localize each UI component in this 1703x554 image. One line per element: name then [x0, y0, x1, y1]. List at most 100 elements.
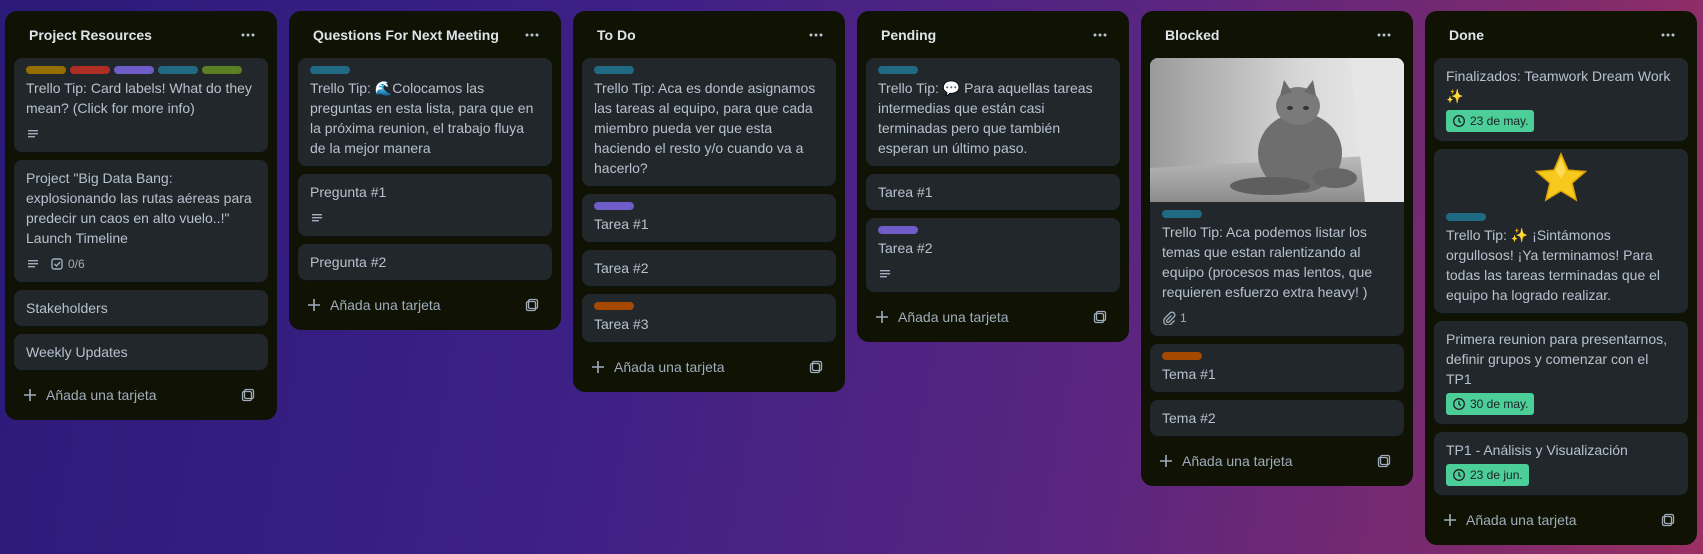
card[interactable]: Tema #1 [1150, 344, 1404, 392]
more-options-icon[interactable] [800, 19, 832, 51]
list-project-resources: Project Resources Trello Tip: Card label… [5, 11, 277, 420]
list-header[interactable]: Done [1434, 11, 1688, 58]
card-title: Tarea #1 [878, 184, 933, 200]
add-card-button[interactable]: Añada una tarjeta [590, 359, 725, 375]
more-options-icon[interactable] [516, 19, 548, 51]
card[interactable]: Weekly Updates [14, 334, 268, 370]
template-icon[interactable] [236, 383, 260, 407]
template-icon[interactable] [1372, 449, 1396, 473]
board: Project Resources Trello Tip: Card label… [0, 0, 1703, 554]
label-teal [594, 66, 634, 74]
plus-icon [308, 299, 320, 311]
list-header[interactable]: Pending [866, 11, 1120, 58]
card[interactable]: Trello Tip: 💬 Para aquellas tareas inter… [866, 58, 1120, 166]
label-orange [594, 302, 634, 310]
card[interactable]: Trello Tip: ✨ ¡Sintámonos orgullosos! ¡Y… [1434, 149, 1688, 313]
label-teal [310, 66, 350, 74]
label-teal [878, 66, 918, 74]
card[interactable]: Tarea #1 [866, 174, 1120, 210]
description-icon [878, 267, 892, 281]
card-labels [26, 66, 256, 74]
list-title[interactable]: Pending [881, 27, 936, 43]
add-card-button[interactable]: Añada una tarjeta [22, 387, 157, 403]
card[interactable]: Finalizados: Teamwork Dream Work ✨ 23 de… [1434, 58, 1688, 141]
add-card-button[interactable]: Añada una tarjeta [1158, 453, 1293, 469]
description-icon [26, 257, 40, 271]
card-title: Tema #2 [1162, 410, 1216, 426]
card-title: Stakeholders [26, 300, 108, 316]
card-title: Tarea #2 [878, 240, 933, 256]
card-title: Pregunta #2 [310, 254, 387, 270]
plus-icon [1444, 514, 1456, 526]
label-orange [1162, 352, 1202, 360]
label-yellow [26, 66, 66, 74]
attachment-icon [1163, 311, 1176, 325]
card[interactable]: Trello Tip: Aca es donde asignamos las t… [582, 58, 836, 186]
card-title: Primera reunion para presentarnos, defin… [1446, 331, 1671, 387]
star-cover [1434, 149, 1688, 205]
due-date-badge[interactable]: 30 de may. [1446, 393, 1535, 415]
template-icon[interactable] [520, 293, 544, 317]
more-options-icon[interactable] [1084, 19, 1116, 51]
template-icon[interactable] [1656, 508, 1680, 532]
list-header[interactable]: To Do [582, 11, 836, 58]
card-title: Trello Tip: ✨ ¡Sintámonos orgullosos! ¡Y… [1446, 227, 1664, 303]
label-teal [1162, 210, 1202, 218]
card-title: Trello Tip: Card labels! What do they me… [26, 80, 256, 116]
due-date-badge[interactable]: 23 de may. [1446, 110, 1535, 132]
card-title: Project "Big Data Bang: explosionando la… [26, 170, 256, 246]
list-questions: Questions For Next Meeting Trello Tip: 🌊… [289, 11, 561, 330]
due-date: 30 de may. [1470, 397, 1529, 411]
list-header[interactable]: Project Resources [14, 11, 268, 58]
list-done: Done Finalizados: Teamwork Dream Work ✨ … [1425, 11, 1697, 545]
star-icon [1534, 152, 1588, 202]
list-title[interactable]: Project Resources [29, 27, 152, 43]
card[interactable]: Tarea #3 [582, 294, 836, 342]
description-icon [26, 127, 40, 141]
card[interactable]: Trello Tip: 🌊Colocamos las preguntas en … [298, 58, 552, 166]
card[interactable]: Tarea #2 [866, 218, 1120, 292]
card-title: Weekly Updates [26, 344, 128, 360]
due-date: 23 de may. [1470, 114, 1529, 128]
label-teal [1446, 213, 1486, 221]
add-card-button[interactable]: Añada una tarjeta [306, 297, 441, 313]
more-options-icon[interactable] [1652, 19, 1684, 51]
card[interactable]: Trello Tip: Card labels! What do they me… [14, 58, 268, 152]
template-icon[interactable] [804, 355, 828, 379]
plus-icon [24, 389, 36, 401]
card-title: TP1 - Análisis y Visualización [1446, 442, 1628, 458]
clock-icon [1453, 469, 1465, 481]
checklist-badge: 0/6 [50, 257, 85, 271]
list-header[interactable]: Questions For Next Meeting [298, 11, 552, 58]
more-options-icon[interactable] [1368, 19, 1400, 51]
plus-icon [1160, 455, 1172, 467]
more-options-icon[interactable] [232, 19, 264, 51]
checklist-count: 0/6 [68, 257, 85, 271]
list-header[interactable]: Blocked [1150, 11, 1404, 58]
card-title: Trello Tip: 🌊Colocamos las preguntas en … [310, 80, 538, 156]
card[interactable]: Stakeholders [14, 290, 268, 326]
card[interactable]: Tarea #2 [582, 250, 836, 286]
card-title: Tarea #1 [594, 216, 649, 232]
label-purple [594, 202, 634, 210]
list-title[interactable]: To Do [597, 27, 636, 43]
card[interactable]: Primera reunion para presentarnos, defin… [1434, 321, 1688, 424]
list-title[interactable]: Blocked [1165, 27, 1219, 43]
card[interactable]: Pregunta #2 [298, 244, 552, 280]
add-card-button[interactable]: Añada una tarjeta [874, 309, 1009, 325]
label-purple [878, 226, 918, 234]
list-title[interactable]: Questions For Next Meeting [313, 27, 499, 43]
card[interactable]: Tarea #1 [582, 194, 836, 242]
clock-icon [1453, 115, 1465, 127]
card[interactable]: Pregunta #1 [298, 174, 552, 236]
card[interactable]: Project "Big Data Bang: explosionando la… [14, 160, 268, 282]
template-icon[interactable] [1088, 305, 1112, 329]
plus-icon [592, 361, 604, 373]
card[interactable]: TP1 - Análisis y Visualización 23 de jun… [1434, 432, 1688, 495]
add-card-button[interactable]: Añada una tarjeta [1442, 512, 1577, 528]
card[interactable]: Tema #2 [1150, 400, 1404, 436]
due-date-badge[interactable]: 23 de jun. [1446, 464, 1529, 486]
list-title[interactable]: Done [1449, 27, 1484, 43]
card[interactable]: Trello Tip: Aca podemos listar los temas… [1150, 58, 1404, 336]
list-blocked: Blocked Trello Tip: Aca podemos listar l… [1141, 11, 1413, 486]
